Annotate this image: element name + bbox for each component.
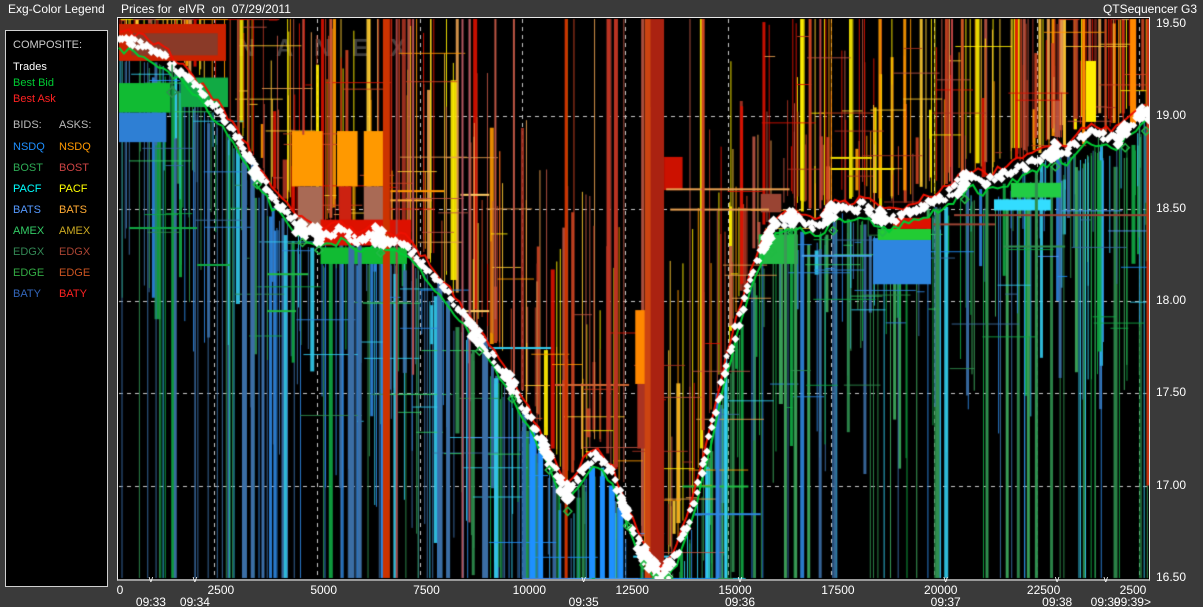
legend-bid-bost: BOST bbox=[13, 162, 43, 174]
legend-ask-baty: BATY bbox=[59, 288, 87, 300]
y-axis-label-19.00: 19.00 bbox=[1156, 108, 1186, 122]
y-axis-label-17.00: 17.00 bbox=[1156, 478, 1186, 492]
chart-title: Prices for eIVR on 07/29/2011 bbox=[121, 2, 291, 16]
minute-caret-0933: v bbox=[149, 575, 154, 584]
composite-header: COMPOSITE: bbox=[13, 39, 82, 51]
x-axis-label-2500: 2500 bbox=[207, 583, 234, 597]
legend-bid-edgx: EDGX bbox=[13, 246, 44, 258]
minute-caret-0934: v bbox=[193, 575, 198, 584]
x-axis-label-10000: 10000 bbox=[513, 583, 546, 597]
time-label-0936: 09:36 bbox=[725, 595, 755, 607]
legend-ask-amex: AMEX bbox=[59, 225, 90, 237]
legend-bid-amex: AMEX bbox=[13, 225, 44, 237]
legend-ask-edge: EDGE bbox=[59, 267, 90, 279]
time-label-0934: 09:34 bbox=[180, 595, 210, 607]
y-axis-label-18.00: 18.00 bbox=[1156, 293, 1186, 307]
exg-color-legend-title: Exg-Color Legend bbox=[8, 2, 105, 16]
app-name-label: QTSequencer G3 bbox=[1103, 2, 1197, 16]
legend-bid-nsdq: NSDQ bbox=[13, 141, 45, 153]
minute-caret-0939: v bbox=[1103, 575, 1108, 584]
x-axis-label-5000: 5000 bbox=[310, 583, 337, 597]
legend-composite-trades: Trades bbox=[13, 61, 47, 73]
legend-ask-pacf: PACF bbox=[59, 183, 88, 195]
legend-bid-baty: BATY bbox=[13, 288, 41, 300]
x-axis-label-17500: 17500 bbox=[821, 583, 854, 597]
legend-bid-pacf: PACF bbox=[13, 183, 42, 195]
time-label-0937: 09:37 bbox=[931, 595, 961, 607]
legend-ask-bost: BOST bbox=[59, 162, 89, 174]
price-chart-canvas[interactable] bbox=[118, 18, 1149, 579]
time-label-0938: 09:38 bbox=[1042, 595, 1072, 607]
x-axis-label-0: 0 bbox=[117, 583, 124, 597]
time-label-0933: 09:33 bbox=[136, 595, 166, 607]
legend-ask-bats: BATS bbox=[59, 204, 87, 216]
minute-caret-0938: v bbox=[1055, 575, 1060, 584]
bids-header: BIDS: bbox=[13, 119, 42, 131]
price-chart-plot-area bbox=[117, 17, 1150, 581]
y-axis-label-17.50: 17.50 bbox=[1156, 385, 1186, 399]
legend-bid-edge: EDGE bbox=[13, 267, 44, 279]
asks-header: ASKS: bbox=[59, 119, 91, 131]
legend-ask-nsdq: NSDQ bbox=[59, 141, 91, 153]
time-label-0935: 09:35 bbox=[569, 595, 599, 607]
x-axis-label-7500: 7500 bbox=[413, 583, 440, 597]
legend-bid-bats: BATS bbox=[13, 204, 41, 216]
legend-composite-best-ask: Best Ask bbox=[13, 93, 56, 105]
exchange-color-legend-panel: COMPOSITE: TradesBest BidBest Ask BIDS: … bbox=[5, 30, 108, 587]
minute-caret-0935: v bbox=[581, 575, 586, 584]
time-label-0939: 09:39> bbox=[1114, 595, 1151, 607]
legend-ask-edgx: EDGX bbox=[59, 246, 90, 258]
minute-caret-0936: v bbox=[738, 575, 743, 584]
qtsequencer-window: Exg-Color Legend Prices for eIVR on 07/2… bbox=[0, 0, 1203, 607]
y-axis-label-19.50: 19.50 bbox=[1156, 16, 1186, 30]
minute-caret-0937: v bbox=[943, 575, 948, 584]
x-axis-label-12500: 12500 bbox=[616, 583, 649, 597]
y-axis-label-16.50: 16.50 bbox=[1156, 570, 1186, 584]
legend-composite-best-bid: Best Bid bbox=[13, 77, 54, 89]
y-axis-label-18.50: 18.50 bbox=[1156, 201, 1186, 215]
